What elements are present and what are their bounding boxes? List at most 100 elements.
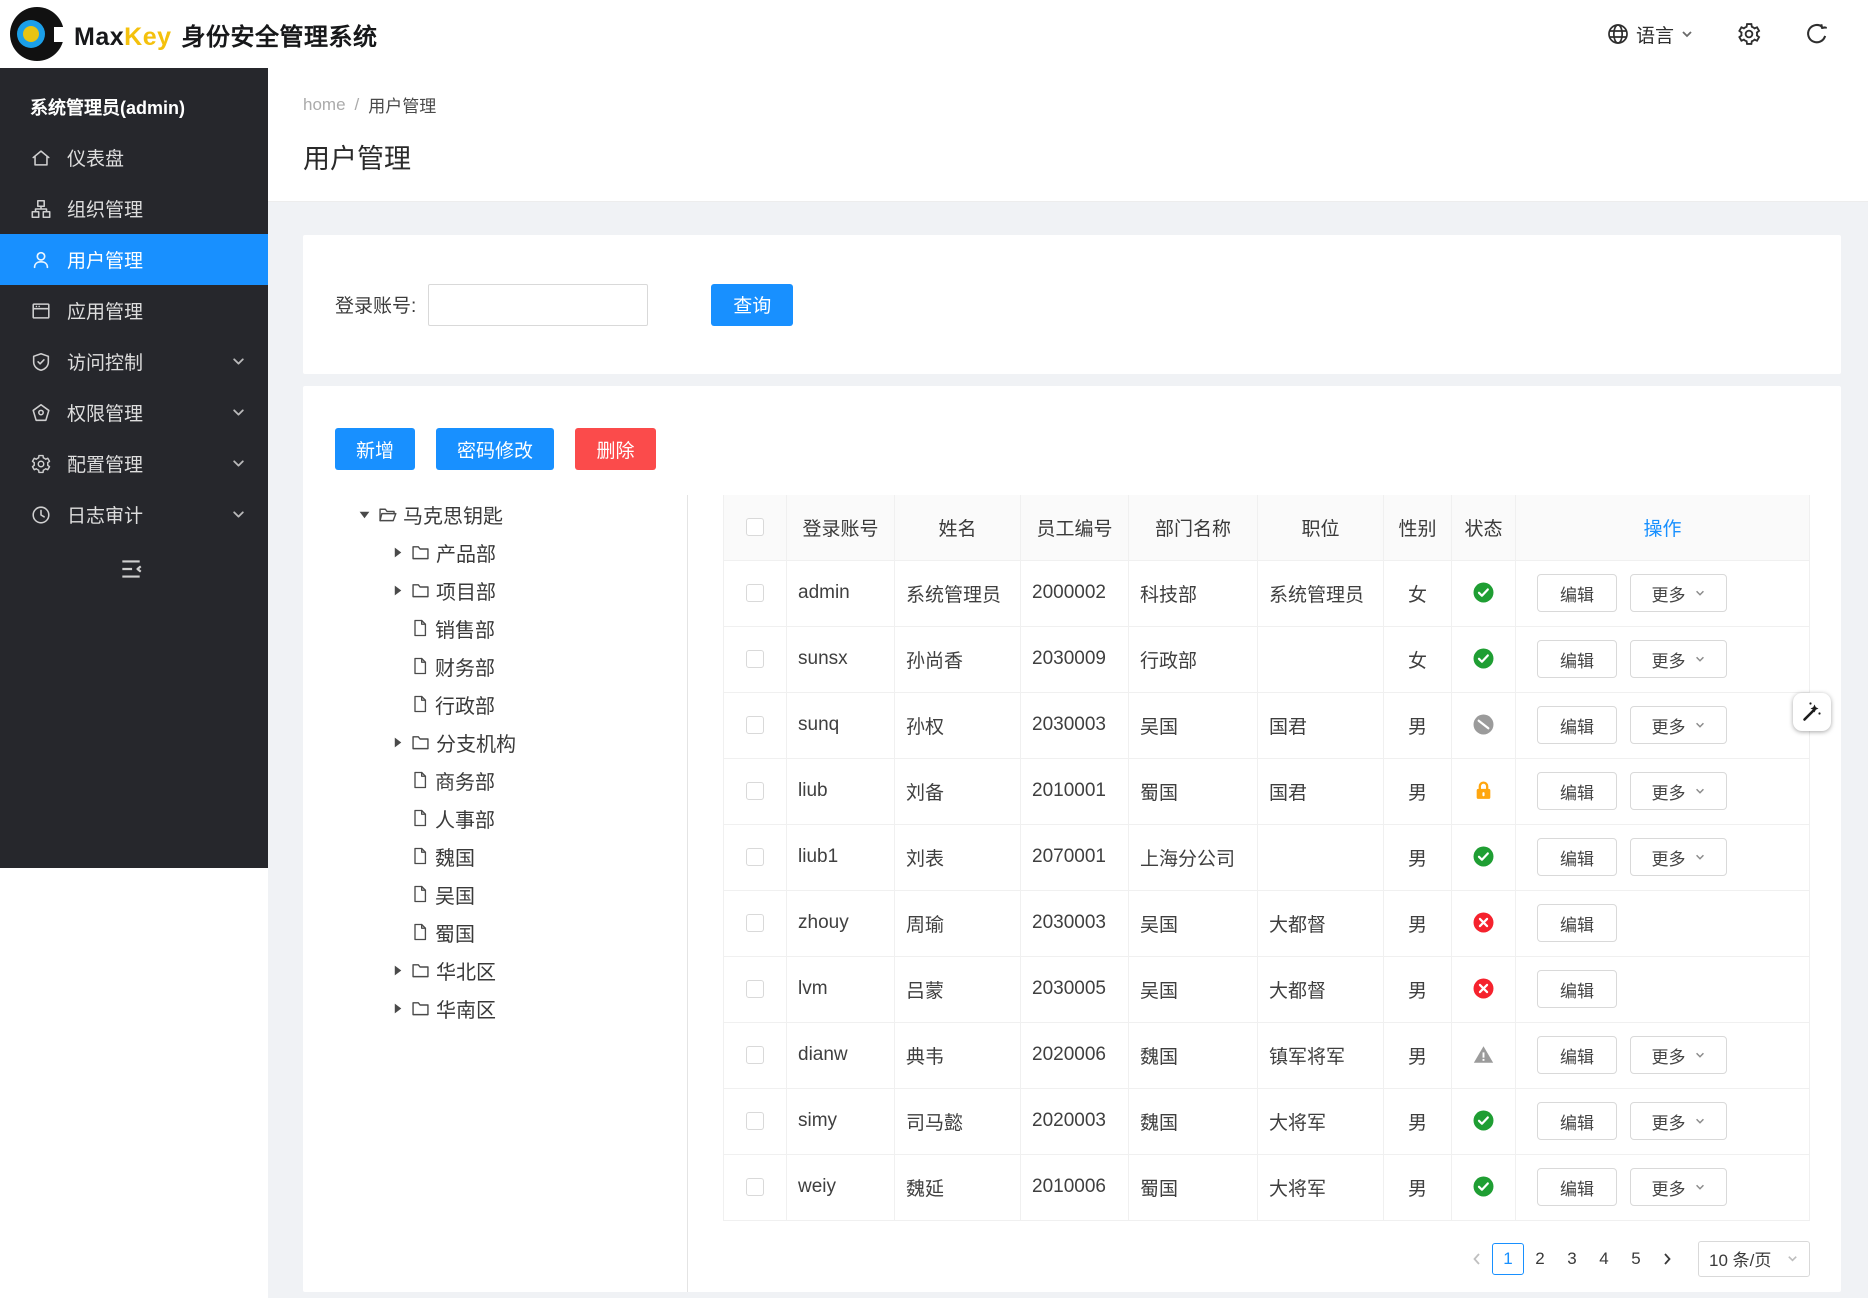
page-number-2[interactable]: 2 bbox=[1524, 1243, 1556, 1275]
cell-position: 国君 bbox=[1258, 692, 1384, 758]
sidebar-item-label: 权限管理 bbox=[67, 399, 143, 426]
file-icon bbox=[410, 846, 430, 866]
more-button[interactable]: 更多 bbox=[1630, 1036, 1727, 1074]
sidebar-item-users[interactable]: 用户管理 bbox=[0, 234, 268, 285]
edit-button[interactable]: 编辑 bbox=[1537, 706, 1617, 744]
table-row: zhouy周瑜2030003吴国大都督男编辑 bbox=[724, 890, 1810, 956]
file-icon bbox=[410, 922, 430, 942]
tree-node-label: 财务部 bbox=[435, 652, 495, 681]
caret-right-icon[interactable] bbox=[384, 736, 410, 749]
more-button[interactable]: 更多 bbox=[1630, 706, 1727, 744]
more-button[interactable]: 更多 bbox=[1630, 574, 1727, 612]
sidebar-item-dashboard[interactable]: 仪表盘 bbox=[0, 132, 268, 183]
cell-status bbox=[1452, 626, 1516, 692]
page-number-3[interactable]: 3 bbox=[1556, 1243, 1588, 1275]
tree-node[interactable]: 财务部 bbox=[303, 647, 687, 685]
cell-status bbox=[1452, 1088, 1516, 1154]
tree-node[interactable]: 华南区 bbox=[303, 989, 687, 1027]
tree-node[interactable]: 人事部 bbox=[303, 799, 687, 837]
row-checkbox[interactable] bbox=[746, 1046, 764, 1064]
row-checkbox[interactable] bbox=[746, 1178, 764, 1196]
breadcrumb-home[interactable]: home bbox=[303, 95, 346, 115]
caret-right-icon[interactable] bbox=[384, 964, 410, 977]
more-button[interactable]: 更多 bbox=[1630, 640, 1727, 678]
brand-max: Max bbox=[74, 23, 124, 51]
caret-down-icon[interactable] bbox=[351, 508, 377, 521]
more-button[interactable]: 更多 bbox=[1630, 772, 1727, 810]
user-icon bbox=[30, 249, 52, 271]
tree-node[interactable]: 马克思钥匙 bbox=[303, 495, 687, 533]
row-checkbox[interactable] bbox=[746, 716, 764, 734]
caret-right-icon[interactable] bbox=[384, 584, 410, 597]
cell-position bbox=[1258, 824, 1384, 890]
page-size-select[interactable]: 10 条/页 bbox=[1698, 1241, 1810, 1277]
edit-button[interactable]: 编辑 bbox=[1537, 1036, 1617, 1074]
cell-account: weiy bbox=[787, 1154, 895, 1220]
caret-right-icon[interactable] bbox=[384, 546, 410, 559]
tree-node-label: 销售部 bbox=[435, 614, 495, 643]
tree-node[interactable]: 吴国 bbox=[303, 875, 687, 913]
row-checkbox[interactable] bbox=[746, 848, 764, 866]
tree-node[interactable]: 蜀国 bbox=[303, 913, 687, 951]
cell-department: 行政部 bbox=[1129, 626, 1258, 692]
caret-right-icon[interactable] bbox=[384, 1002, 410, 1015]
edit-button[interactable]: 编辑 bbox=[1537, 838, 1617, 876]
tree-node[interactable]: 商务部 bbox=[303, 761, 687, 799]
more-button[interactable]: 更多 bbox=[1630, 838, 1727, 876]
edit-button[interactable]: 编辑 bbox=[1537, 904, 1617, 942]
edit-button[interactable]: 编辑 bbox=[1537, 1102, 1617, 1140]
edit-button[interactable]: 编辑 bbox=[1537, 1168, 1617, 1206]
change-password-button[interactable]: 密码修改 bbox=[436, 428, 554, 470]
cell-account: sunq bbox=[787, 692, 895, 758]
sidebar-item-access-control[interactable]: 访问控制 bbox=[0, 336, 268, 387]
tree-node[interactable]: 华北区 bbox=[303, 951, 687, 989]
delete-button[interactable]: 删除 bbox=[575, 428, 656, 470]
cell-department: 上海分公司 bbox=[1129, 824, 1258, 890]
row-checkbox[interactable] bbox=[746, 914, 764, 932]
edit-button[interactable]: 编辑 bbox=[1537, 970, 1617, 1008]
select-all-checkbox[interactable] bbox=[746, 518, 764, 536]
logout-icon[interactable] bbox=[1804, 21, 1830, 47]
cell-employee-id: 2000002 bbox=[1021, 560, 1129, 626]
chevron-down-icon bbox=[1694, 1049, 1706, 1061]
tree-node[interactable]: 销售部 bbox=[303, 609, 687, 647]
edit-button[interactable]: 编辑 bbox=[1537, 574, 1617, 612]
ban-circle-icon bbox=[1473, 714, 1494, 735]
tree-node[interactable]: 分支机构 bbox=[303, 723, 687, 761]
row-checkbox[interactable] bbox=[746, 1112, 764, 1130]
page-number-4[interactable]: 4 bbox=[1588, 1243, 1620, 1275]
prev-page-icon[interactable] bbox=[1462, 1243, 1492, 1275]
sidebar-item-applications[interactable]: 应用管理 bbox=[0, 285, 268, 336]
tree-node[interactable]: 魏国 bbox=[303, 837, 687, 875]
cell-status bbox=[1452, 1154, 1516, 1220]
menu-fold-icon[interactable] bbox=[118, 556, 144, 582]
sidebar-item-organization[interactable]: 组织管理 bbox=[0, 183, 268, 234]
row-checkbox[interactable] bbox=[746, 980, 764, 998]
breadcrumb: home / 用户管理 bbox=[303, 92, 1868, 117]
row-checkbox[interactable] bbox=[746, 650, 764, 668]
sidebar-item-configuration[interactable]: 配置管理 bbox=[0, 438, 268, 489]
query-button[interactable]: 查询 bbox=[711, 284, 793, 326]
tree-node-label: 分支机构 bbox=[436, 728, 516, 757]
next-page-icon[interactable] bbox=[1652, 1243, 1682, 1275]
row-checkbox[interactable] bbox=[746, 584, 764, 602]
sidebar-item-permissions[interactable]: 权限管理 bbox=[0, 387, 268, 438]
page-number-1[interactable]: 1 bbox=[1492, 1243, 1524, 1275]
edit-button[interactable]: 编辑 bbox=[1537, 640, 1617, 678]
add-button[interactable]: 新增 bbox=[335, 428, 415, 470]
language-switcher[interactable]: 语言 bbox=[1606, 21, 1694, 48]
row-checkbox[interactable] bbox=[746, 782, 764, 800]
cell-name: 孙尚香 bbox=[895, 626, 1021, 692]
tree-node[interactable]: 产品部 bbox=[303, 533, 687, 571]
tree-node[interactable]: 行政部 bbox=[303, 685, 687, 723]
login-account-input[interactable] bbox=[428, 284, 648, 326]
edit-button[interactable]: 编辑 bbox=[1537, 772, 1617, 810]
more-button[interactable]: 更多 bbox=[1630, 1168, 1727, 1206]
tree-node[interactable]: 项目部 bbox=[303, 571, 687, 609]
cell-account: liub1 bbox=[787, 824, 895, 890]
page-number-5[interactable]: 5 bbox=[1620, 1243, 1652, 1275]
sidebar-item-audit-log[interactable]: 日志审计 bbox=[0, 489, 268, 540]
chevron-down-icon bbox=[231, 507, 246, 522]
settings-gear-icon[interactable] bbox=[1736, 21, 1762, 47]
more-button[interactable]: 更多 bbox=[1630, 1102, 1727, 1140]
